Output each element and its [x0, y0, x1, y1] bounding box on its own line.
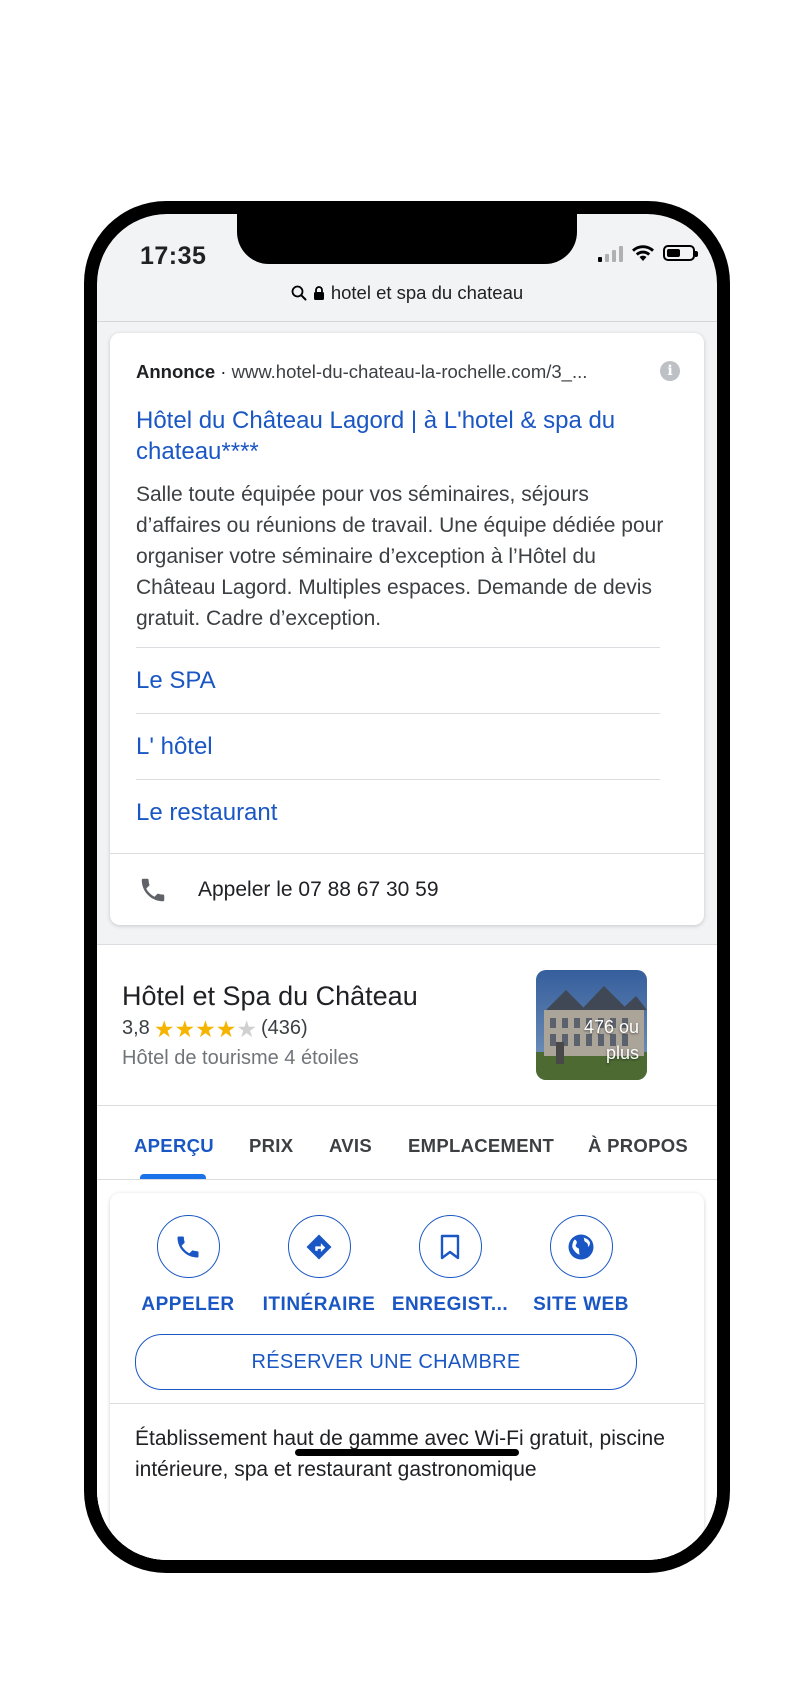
sitelink-hotel[interactable]: L' hôtel: [136, 713, 660, 779]
screen: 17:35 hotel et spa du chateau Annonce · …: [97, 214, 717, 1560]
home-indicator[interactable]: [295, 1449, 519, 1456]
ad-url[interactable]: www.hotel-du-chateau-la-rochelle.com/3_.…: [232, 361, 588, 382]
star-icon: ★: [174, 1015, 196, 1042]
status-time: 17:35: [140, 242, 207, 270]
cellular-signal-icon: [598, 244, 623, 262]
website-button[interactable]: SITE WEB: [516, 1215, 646, 1316]
ad-header: Annonce · www.hotel-du-chateau-la-rochel…: [136, 361, 636, 383]
globe-icon: [568, 1234, 594, 1259]
rating-stars: ★ ★ ★ ★ ★: [153, 1015, 257, 1042]
ad-label: Annonce: [136, 361, 216, 382]
ad-call-row[interactable]: Appeler le 07 88 67 30 59: [110, 853, 704, 926]
save-circle: [418, 1215, 482, 1278]
phone-icon: [141, 878, 165, 902]
ad-sitelinks: Le SPA L' hôtel Le restaurant: [136, 647, 660, 845]
photo-count: 476 ou plus: [583, 1017, 639, 1063]
website-circle: [549, 1215, 613, 1278]
star-icon: ★: [215, 1015, 237, 1042]
tab-emplacement[interactable]: EMPLACEMENT: [408, 1106, 554, 1180]
star-icon: ★: [195, 1015, 216, 1042]
knowledge-panel: Hôtel et Spa du Château 3,8 ★ ★ ★ ★ ★ (436) …: [97, 944, 717, 1560]
website-label: SITE WEB: [533, 1294, 629, 1315]
info-icon[interactable]: i: [660, 361, 680, 381]
directions-button[interactable]: ITINÉRAIRE: [254, 1215, 384, 1316]
save-label: ENREGIST...: [391, 1294, 509, 1315]
star-icon: ★: [153, 1015, 175, 1042]
call-label: APPELER: [141, 1294, 235, 1315]
status-icons: [598, 244, 698, 262]
tabs-divider: [97, 1179, 717, 1180]
sitelink-spa[interactable]: Le SPA: [136, 647, 660, 713]
review-count[interactable]: (436): [261, 1017, 308, 1040]
phone-icon: [177, 1236, 199, 1257]
phone-frame: 17:35 hotel et spa du chateau Annonce · …: [84, 201, 730, 1573]
actions-card: APPELER ITINÉRAIRE ENREGIST... SITE WEB …: [110, 1193, 704, 1560]
call-circle: [156, 1215, 220, 1278]
rating-value: 3,8: [122, 1017, 150, 1039]
save-button[interactable]: ENREGIST...: [385, 1215, 515, 1316]
ad-description: Salle toute équipée pour vos séminaires,…: [136, 483, 664, 630]
tab-apercu[interactable]: APERÇU: [134, 1106, 214, 1180]
search-icon: [291, 285, 307, 301]
star-icon: ★: [236, 1015, 257, 1042]
tab-a-propos[interactable]: À PROPOS: [588, 1106, 688, 1180]
description-divider: [110, 1403, 704, 1404]
url-bar[interactable]: hotel et spa du chateau: [97, 272, 717, 314]
panel-tabs: APERÇU PRIX AVIS EMPLACEMENT À PROPOS: [97, 1106, 717, 1180]
sitelink-restaurant[interactable]: Le restaurant: [136, 779, 660, 845]
reserve-room-button[interactable]: RÉSERVER UNE CHAMBRE: [135, 1334, 637, 1390]
notch: [237, 214, 577, 264]
ad-separator: ·: [220, 361, 227, 382]
ad-title-link[interactable]: Hôtel du Château Lagord | à L'hotel & sp…: [136, 405, 656, 467]
lock-icon: [313, 286, 324, 300]
business-name: Hôtel et Spa du Château: [122, 981, 418, 1011]
business-photo[interactable]: 476 ou plus: [536, 970, 647, 1080]
tab-prix[interactable]: PRIX: [249, 1106, 293, 1180]
directions-icon: [306, 1234, 332, 1259]
url-text: hotel et spa du chateau: [330, 282, 524, 303]
ad-card: Annonce · www.hotel-du-chateau-la-rochel…: [110, 333, 704, 925]
battery-icon: [663, 245, 698, 261]
directions-label: ITINÉRAIRE: [262, 1294, 376, 1315]
call-button[interactable]: APPELER: [123, 1215, 253, 1316]
call-text: Appeler le 07 88 67 30 59: [198, 878, 439, 901]
directions-circle: [287, 1215, 351, 1278]
rating-row: 3,8 ★ ★ ★ ★ ★ (436): [122, 1017, 308, 1040]
wifi-icon: [632, 245, 654, 261]
search-results: Annonce · www.hotel-du-chateau-la-rochel…: [97, 322, 717, 1560]
tab-avis[interactable]: AVIS: [329, 1106, 372, 1180]
bookmark-icon: [440, 1234, 460, 1259]
business-type: Hôtel de tourisme 4 étoiles: [122, 1047, 359, 1069]
